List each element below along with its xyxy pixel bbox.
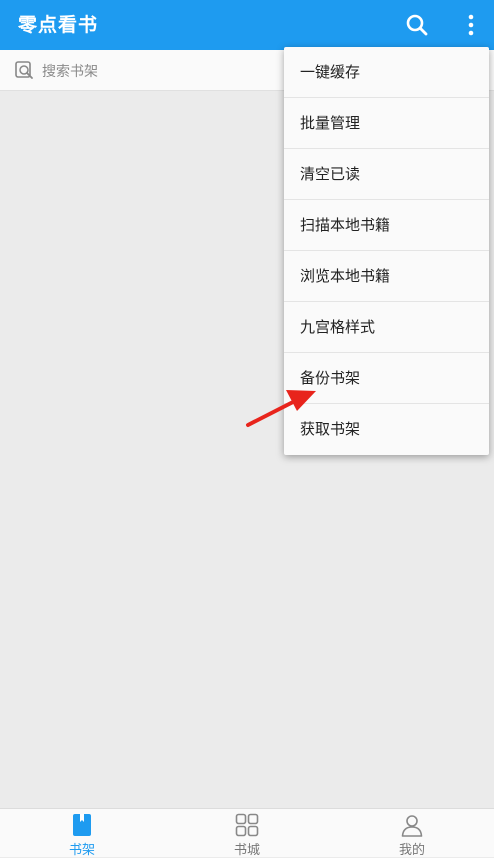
bookshelf-icon — [73, 814, 91, 836]
menu-item-grid-style[interactable]: 九宫格样式 — [284, 302, 489, 353]
search-button[interactable] — [402, 10, 432, 40]
menu-item-clear-read[interactable]: 清空已读 — [284, 149, 489, 200]
menu-item-scan-local-books[interactable]: 扫描本地书籍 — [284, 200, 489, 251]
app-title: 零点看书 — [18, 14, 99, 36]
nav-label-bookstore: 书城 — [233, 843, 260, 858]
person-icon — [401, 815, 423, 837]
nav-label-mine: 我的 — [398, 843, 425, 858]
grid-icon — [235, 813, 259, 837]
nav-tab-bookshelf[interactable]: 书架 — [0, 809, 164, 858]
app-bar: 零点看书 — [0, 0, 494, 50]
nav-tab-bookstore[interactable]: 书城 — [165, 809, 329, 858]
annotation-arrow-icon — [246, 390, 316, 427]
more-vertical-icon — [468, 14, 474, 36]
search-shelf-icon — [15, 61, 33, 79]
search-placeholder: 搜索书架 — [42, 64, 98, 80]
nav-tab-mine[interactable]: 我的 — [330, 809, 494, 858]
nav-label-bookshelf: 书架 — [68, 843, 95, 858]
bottom-navigation: 书架 书城 我的 — [0, 808, 494, 858]
menu-item-cache-all[interactable]: 一键缓存 — [284, 47, 489, 98]
search-icon — [406, 14, 428, 36]
more-options-button[interactable] — [456, 10, 486, 40]
menu-item-batch-manage[interactable]: 批量管理 — [284, 98, 489, 149]
menu-item-browse-local-books[interactable]: 浏览本地书籍 — [284, 251, 489, 302]
